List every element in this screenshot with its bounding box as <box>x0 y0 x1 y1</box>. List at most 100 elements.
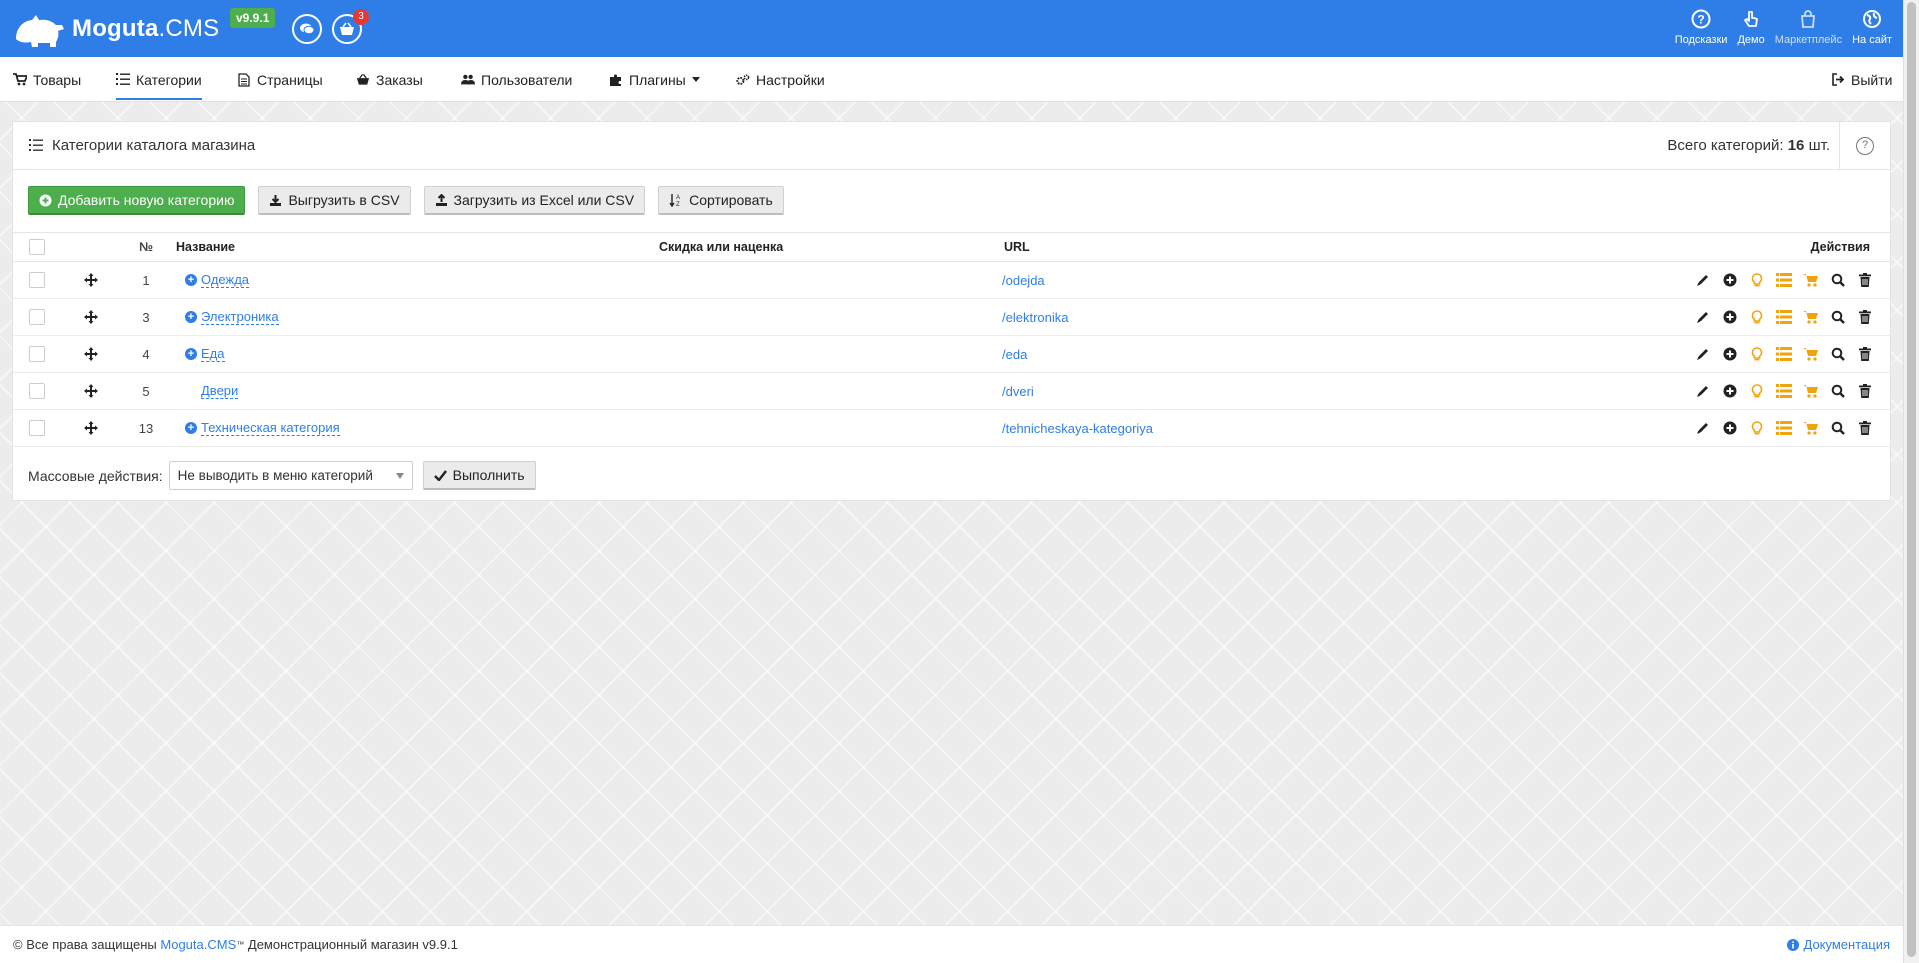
orders-button[interactable]: 3 <box>332 9 369 44</box>
category-url-link[interactable]: /dveri <box>1002 384 1034 399</box>
download-icon <box>270 194 282 206</box>
edit-icon[interactable] <box>1694 345 1712 363</box>
col-num: № <box>139 240 153 254</box>
mass-action-select[interactable]: Не выводить в меню категорий <box>168 461 413 490</box>
list-icon[interactable] <box>1775 271 1793 289</box>
run-button[interactable]: Выполнить <box>422 461 536 490</box>
tips-link[interactable]: ? Подсказки <box>1672 8 1731 46</box>
plus-circle-icon[interactable] <box>1721 271 1739 289</box>
edit-icon[interactable] <box>1694 419 1712 437</box>
plus-circle-icon[interactable] <box>1721 345 1739 363</box>
marketplace-link[interactable]: Маркетплейс <box>1772 8 1845 46</box>
page-scrollbar[interactable] <box>1903 0 1919 963</box>
search-icon[interactable] <box>1829 419 1847 437</box>
docs-link[interactable]: Документация <box>1786 937 1890 952</box>
category-url-link[interactable]: /odejda <box>1002 273 1045 288</box>
category-name-link[interactable]: Техническая категория <box>201 420 340 436</box>
cart-icon[interactable] <box>1802 308 1820 326</box>
expand-icon[interactable]: + <box>185 348 197 360</box>
chat-button[interactable] <box>292 14 322 44</box>
to-site-link[interactable]: На сайт <box>1849 8 1895 46</box>
logo[interactable]: Moguta.CMS <box>12 9 219 49</box>
category-name-link[interactable]: Электроника <box>201 309 279 325</box>
import-button[interactable]: Загрузить из Excel или CSV <box>423 186 646 215</box>
move-icon[interactable] <box>84 310 98 324</box>
category-name-link[interactable]: Двери <box>201 383 239 399</box>
nav-item-products[interactable]: Товары <box>13 57 81 102</box>
nav-item-categories[interactable]: Категории <box>116 57 202 102</box>
edit-icon[interactable] <box>1694 382 1712 400</box>
expand-icon[interactable]: + <box>185 422 197 434</box>
trash-icon[interactable] <box>1856 271 1874 289</box>
edit-icon[interactable] <box>1694 271 1712 289</box>
nav-label-categories: Категории <box>136 71 202 88</box>
brand-link[interactable]: Moguta.CMS <box>160 937 236 952</box>
category-url-link[interactable]: /eda <box>1002 347 1027 362</box>
add-category-button[interactable]: Добавить новую категорию <box>28 186 246 215</box>
select-all-checkbox[interactable] <box>29 239 45 255</box>
category-name-link[interactable]: Одежда <box>201 272 250 288</box>
move-icon[interactable] <box>84 347 98 361</box>
cart-icon[interactable] <box>1802 271 1820 289</box>
nav-item-orders[interactable]: Заказы <box>356 57 423 102</box>
add-category-label: Добавить новую категорию <box>58 192 235 208</box>
category-name-link[interactable]: Еда <box>201 346 225 362</box>
row-checkbox[interactable] <box>29 346 45 362</box>
trash-icon[interactable] <box>1856 345 1874 363</box>
nav-item-plugins[interactable]: Плагины <box>609 57 700 102</box>
list-icon[interactable] <box>1775 382 1793 400</box>
plus-circle-icon[interactable] <box>1721 382 1739 400</box>
cart-icon[interactable] <box>1802 419 1820 437</box>
trash-icon[interactable] <box>1856 382 1874 400</box>
expand-icon[interactable]: + <box>185 311 197 323</box>
demo-label: Демо <box>1737 34 1765 46</box>
plus-circle-icon[interactable] <box>1721 308 1739 326</box>
row-checkbox[interactable] <box>29 309 45 325</box>
row-checkbox[interactable] <box>29 420 45 436</box>
categories-table: № Название Скидка или наценка URL Действ… <box>13 232 1890 447</box>
nav-label-plugins: Плагины <box>629 71 686 88</box>
trash-icon[interactable] <box>1856 308 1874 326</box>
list-icon[interactable] <box>1775 419 1793 437</box>
category-url-link[interactable]: /tehnicheskaya-kategoriya <box>1002 421 1153 436</box>
nav-item-users[interactable]: Пользователи <box>461 57 572 102</box>
nav-item-pages[interactable]: Страницы <box>237 57 323 102</box>
search-icon[interactable] <box>1829 345 1847 363</box>
move-icon[interactable] <box>84 421 98 435</box>
logout-link[interactable]: Выйти <box>1831 57 1892 102</box>
sort-label: Сортировать <box>689 192 773 208</box>
upload-icon <box>435 193 447 206</box>
lightbulb-icon[interactable] <box>1748 271 1766 289</box>
list-icon[interactable] <box>1775 308 1793 326</box>
demo-link[interactable]: Демо <box>1734 8 1767 46</box>
move-icon[interactable] <box>84 384 98 398</box>
lightbulb-icon[interactable] <box>1748 419 1766 437</box>
row-checkbox[interactable] <box>29 383 45 399</box>
nav-item-settings[interactable]: Настройки <box>736 57 825 102</box>
list-icon <box>29 139 43 151</box>
row-checkbox[interactable] <box>29 272 45 288</box>
lightbulb-icon[interactable] <box>1748 308 1766 326</box>
category-url-link[interactable]: /elektronika <box>1002 310 1068 325</box>
list-icon[interactable] <box>1775 345 1793 363</box>
plus-circle-icon[interactable] <box>1721 419 1739 437</box>
tm-mark: ™ <box>236 940 245 949</box>
trash-icon[interactable] <box>1856 419 1874 437</box>
version-badge: v9.9.1 <box>230 8 276 28</box>
search-icon[interactable] <box>1829 308 1847 326</box>
row-num: 3 <box>142 309 150 325</box>
lightbulb-icon[interactable] <box>1748 382 1766 400</box>
lightbulb-icon[interactable] <box>1748 345 1766 363</box>
cart-icon[interactable] <box>1802 382 1820 400</box>
edit-icon[interactable] <box>1694 308 1712 326</box>
sort-button[interactable]: AZ Сортировать <box>658 186 784 215</box>
export-csv-button[interactable]: Выгрузить в CSV <box>258 186 411 215</box>
expand-icon[interactable]: + <box>185 274 197 286</box>
check-icon <box>433 469 447 481</box>
move-icon[interactable] <box>84 273 98 287</box>
scrollbar-thumb[interactable] <box>1907 2 1916 957</box>
search-icon[interactable] <box>1829 382 1847 400</box>
help-button[interactable]: ? <box>1839 122 1890 169</box>
search-icon[interactable] <box>1829 271 1847 289</box>
cart-icon[interactable] <box>1802 345 1820 363</box>
